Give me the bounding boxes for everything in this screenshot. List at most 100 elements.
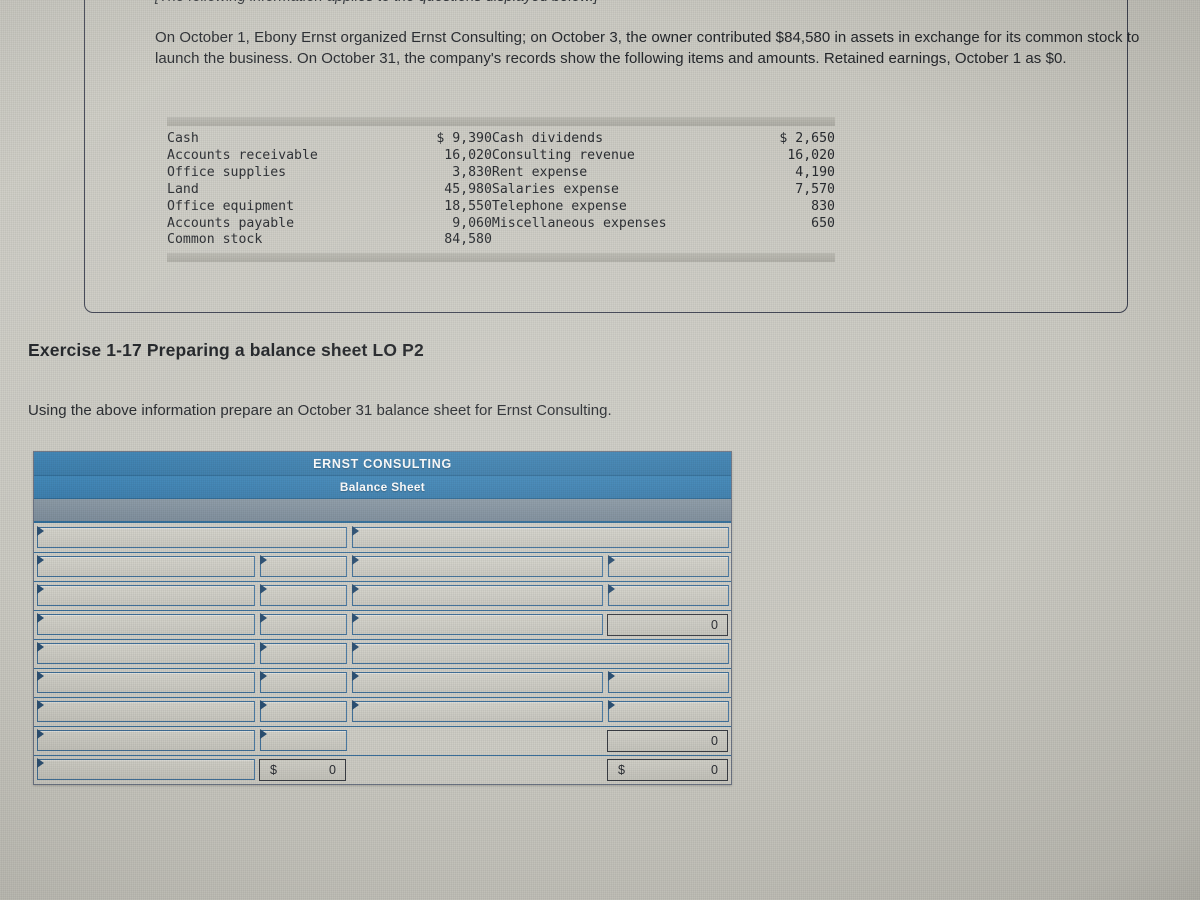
amount-input[interactable]	[608, 671, 729, 693]
right-amount-cell[interactable]	[605, 552, 731, 582]
account-select[interactable]	[37, 525, 347, 548]
account-select[interactable]	[352, 525, 729, 548]
item-amount: 84,580	[444, 232, 492, 248]
right-label-cell[interactable]	[349, 610, 605, 640]
left-label-cell[interactable]	[34, 639, 257, 669]
right-subtotal-value: 0	[607, 613, 728, 636]
item-amount: 7,570	[795, 181, 835, 197]
account-select[interactable]	[352, 584, 603, 606]
account-select[interactable]	[352, 671, 603, 693]
amount-input[interactable]	[260, 642, 347, 664]
amount-input[interactable]	[260, 584, 347, 606]
table-top-rule	[167, 117, 835, 126]
amount-input[interactable]	[260, 613, 347, 635]
item-label: Cash dividends	[491, 131, 604, 146]
account-select[interactable]	[352, 642, 729, 664]
right-label-cell[interactable]	[349, 726, 605, 756]
item-amount: 16,020	[444, 147, 492, 163]
right-label-cell[interactable]	[349, 581, 605, 611]
left-total-value: $ 0	[259, 758, 346, 781]
item-label: Land	[167, 181, 199, 197]
table-row	[34, 697, 731, 727]
account-select[interactable]	[37, 729, 255, 751]
left-amount-cell[interactable]	[257, 726, 349, 756]
balance-sheet-company-name: ERNST CONSULTING	[34, 452, 731, 476]
account-select[interactable]	[352, 613, 603, 635]
left-amount-cell[interactable]	[257, 581, 349, 611]
left-label-cell[interactable]	[34, 552, 257, 582]
table-row: Cash $ 9,390 Cash dividends $ 2,650	[167, 131, 835, 148]
right-total-number: 0	[711, 762, 718, 777]
account-select[interactable]	[37, 613, 255, 635]
table-row: $ 0 $ 0	[34, 755, 731, 784]
balance-sheet-body: 0 0 $ 0 $ 0	[34, 523, 731, 784]
info-panel: [The following information applies to th…	[84, 0, 1139, 313]
right-label-cell[interactable]	[349, 639, 731, 669]
right-label-cell[interactable]	[349, 552, 605, 582]
table-row	[34, 639, 731, 669]
right-amount-cell[interactable]	[605, 581, 731, 611]
table-row	[34, 552, 731, 582]
balance-sheet-grid: 0 0 $ 0 $ 0	[34, 523, 731, 784]
left-amount-cell[interactable]	[257, 639, 349, 669]
account-select[interactable]	[37, 642, 255, 664]
item-label: Office equipment	[167, 198, 295, 214]
account-select[interactable]	[352, 555, 603, 577]
account-select[interactable]	[37, 671, 255, 693]
given-amounts-table: Cash $ 9,390 Cash dividends $ 2,650 Acco…	[167, 117, 835, 263]
left-label-cell[interactable]	[34, 668, 257, 698]
left-label-cell[interactable]	[34, 697, 257, 727]
table-row	[34, 581, 731, 611]
amount-input[interactable]	[260, 555, 347, 577]
empty-cell	[352, 730, 603, 751]
right-label-cell[interactable]	[349, 523, 731, 553]
left-total-label-cell[interactable]	[34, 755, 257, 784]
left-label-cell[interactable]	[34, 726, 257, 756]
balance-sheet-column-header	[34, 499, 731, 523]
table-row: Accounts receivable 16,020 Consulting re…	[167, 148, 835, 165]
right-running-total-cell: 0	[605, 726, 731, 756]
right-total-cell: $ 0	[605, 755, 731, 784]
left-label-cell[interactable]	[34, 610, 257, 640]
table-row: Common stock 84,580	[167, 232, 835, 249]
item-amount: 18,550	[444, 198, 492, 214]
amount-input[interactable]	[260, 729, 347, 751]
item-amount	[734, 232, 835, 249]
account-select[interactable]	[352, 700, 603, 722]
left-amount-cell[interactable]	[257, 610, 349, 640]
account-select[interactable]	[37, 700, 255, 722]
right-amount-cell[interactable]	[605, 697, 731, 727]
right-label-cell[interactable]	[349, 668, 605, 698]
account-select[interactable]	[37, 555, 255, 577]
left-amount-cell[interactable]	[257, 552, 349, 582]
item-label: Salaries expense	[491, 181, 619, 197]
screen-content: [The following information applies to th…	[0, 0, 1200, 900]
item-amount: $ 9,390	[436, 131, 492, 146]
right-label-cell[interactable]	[349, 697, 605, 727]
item-amount: 650	[811, 215, 835, 231]
amount-input[interactable]	[608, 700, 729, 722]
amount-input[interactable]	[260, 671, 347, 693]
right-amount-cell[interactable]	[605, 668, 731, 698]
item-label: Rent expense	[491, 164, 588, 180]
balance-sheet-form: ERNST CONSULTING Balance Sheet 0 0 $ 0 $…	[33, 451, 732, 785]
given-amounts-grid: Cash $ 9,390 Cash dividends $ 2,650 Acco…	[167, 131, 835, 249]
currency-symbol: $	[618, 762, 625, 777]
item-label: Telephone expense	[491, 198, 627, 214]
left-total-number: 0	[329, 762, 336, 777]
table-row: 0	[34, 610, 731, 640]
left-label-cell[interactable]	[34, 523, 349, 553]
left-amount-cell[interactable]	[257, 668, 349, 698]
left-label-cell[interactable]	[34, 581, 257, 611]
left-amount-cell[interactable]	[257, 697, 349, 727]
empty-cell	[352, 759, 603, 780]
amount-input[interactable]	[608, 555, 729, 577]
item-label: Consulting revenue	[491, 147, 635, 163]
info-paragraph: On October 1, Ebony Ernst organized Erns…	[155, 29, 1140, 67]
account-select[interactable]	[37, 584, 255, 606]
amount-input[interactable]	[608, 584, 729, 606]
item-label: Accounts receivable	[167, 147, 318, 163]
amount-input[interactable]	[260, 700, 347, 722]
balance-sheet-statement-name: Balance Sheet	[34, 476, 731, 499]
account-select[interactable]	[37, 758, 255, 781]
